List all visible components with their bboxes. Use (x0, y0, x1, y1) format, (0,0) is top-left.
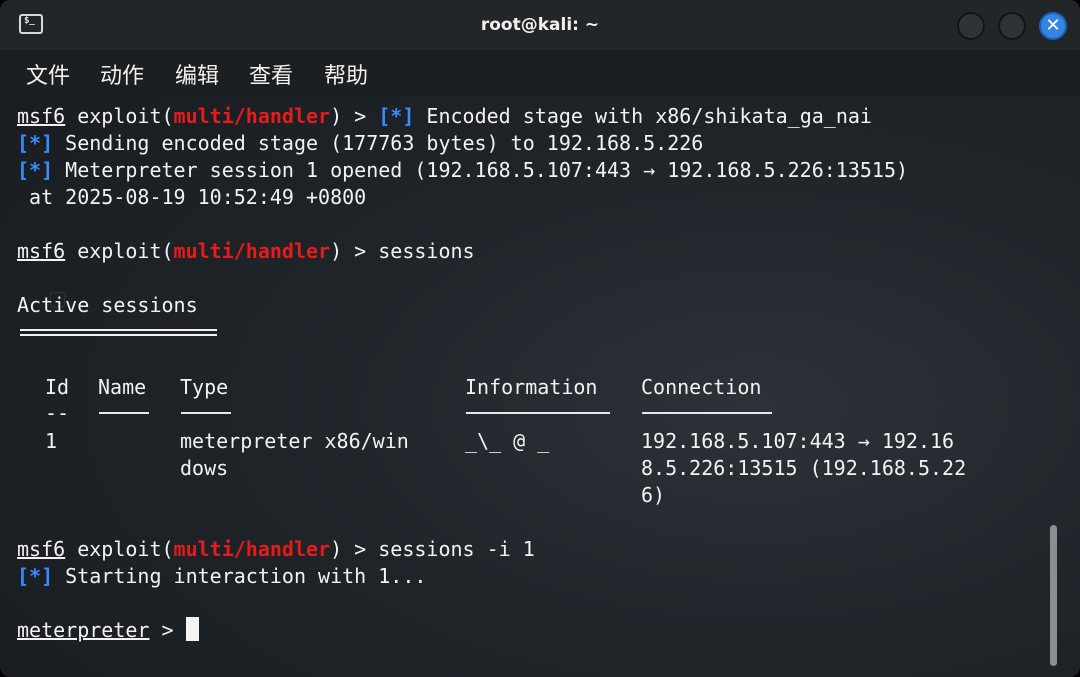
vertical-scrollbar[interactable] (1050, 525, 1057, 666)
column-header-type: Type (180, 375, 229, 399)
terminal-line: [*] Sending encoded stage (177763 bytes)… (17, 131, 704, 155)
menu-view[interactable]: 查看 (249, 58, 293, 90)
session-type: meterpreter x86/win (180, 429, 409, 453)
maximize-button[interactable] (998, 12, 1026, 40)
session-type-cont: dows (180, 456, 229, 480)
session-connection-cont2: 6) (641, 483, 666, 507)
terminal-window: $_ root@kali: ~ ✕ 文件 动作 编辑 查看 帮助 ▢ msf6 … (0, 0, 1080, 677)
text-cursor (185, 617, 199, 641)
session-connection: 192.168.5.107:443 → 192.16 (641, 429, 955, 453)
minimize-button[interactable] (957, 12, 985, 40)
menu-help[interactable]: 帮助 (324, 58, 368, 90)
column-separator-information (466, 412, 610, 414)
column-header-connection: Connection (641, 375, 762, 399)
session-id: 1 (45, 429, 58, 453)
terminal-line: msf6 exploit(multi/handler) > sessions -… (17, 537, 535, 561)
column-header-id: Id (45, 375, 70, 399)
column-separator-name (99, 412, 149, 414)
session-information: _\_ @ _ (465, 429, 550, 453)
heading-underline (20, 329, 217, 336)
session-connection-cont: 8.5.226:13515 (192.168.5.22 (641, 456, 967, 480)
menu-actions[interactable]: 动作 (100, 58, 144, 90)
window-title: root@kali: ~ (480, 15, 600, 35)
column-separator-connection (642, 412, 772, 414)
column-header-information: Information (465, 375, 598, 399)
active-sessions-heading: Active sessions (17, 293, 198, 317)
terminal-line: at 2025-08-19 10:52:49 +0800 (17, 185, 367, 209)
menu-edit[interactable]: 编辑 (175, 58, 219, 90)
terminal-line: msf6 exploit(multi/handler) > [*] Encode… (17, 104, 872, 128)
menu-file[interactable]: 文件 (26, 58, 70, 90)
meterpreter-prompt[interactable]: meterpreter > (17, 617, 199, 644)
close-icon: ✕ (1045, 15, 1061, 36)
menu-bar: 文件 动作 编辑 查看 帮助 (0, 50, 1080, 96)
terminal-line: msf6 exploit(multi/handler) > sessions (17, 239, 475, 263)
column-separator-id: -- (45, 401, 70, 425)
column-separator-type (181, 412, 231, 414)
close-button[interactable]: ✕ (1039, 12, 1067, 40)
terminal-line: [*] Starting interaction with 1... (17, 564, 427, 588)
column-header-name: Name (98, 375, 147, 399)
terminal-line: [*] Meterpreter session 1 opened (192.16… (17, 158, 909, 182)
title-bar: $_ root@kali: ~ ✕ (0, 0, 1080, 50)
